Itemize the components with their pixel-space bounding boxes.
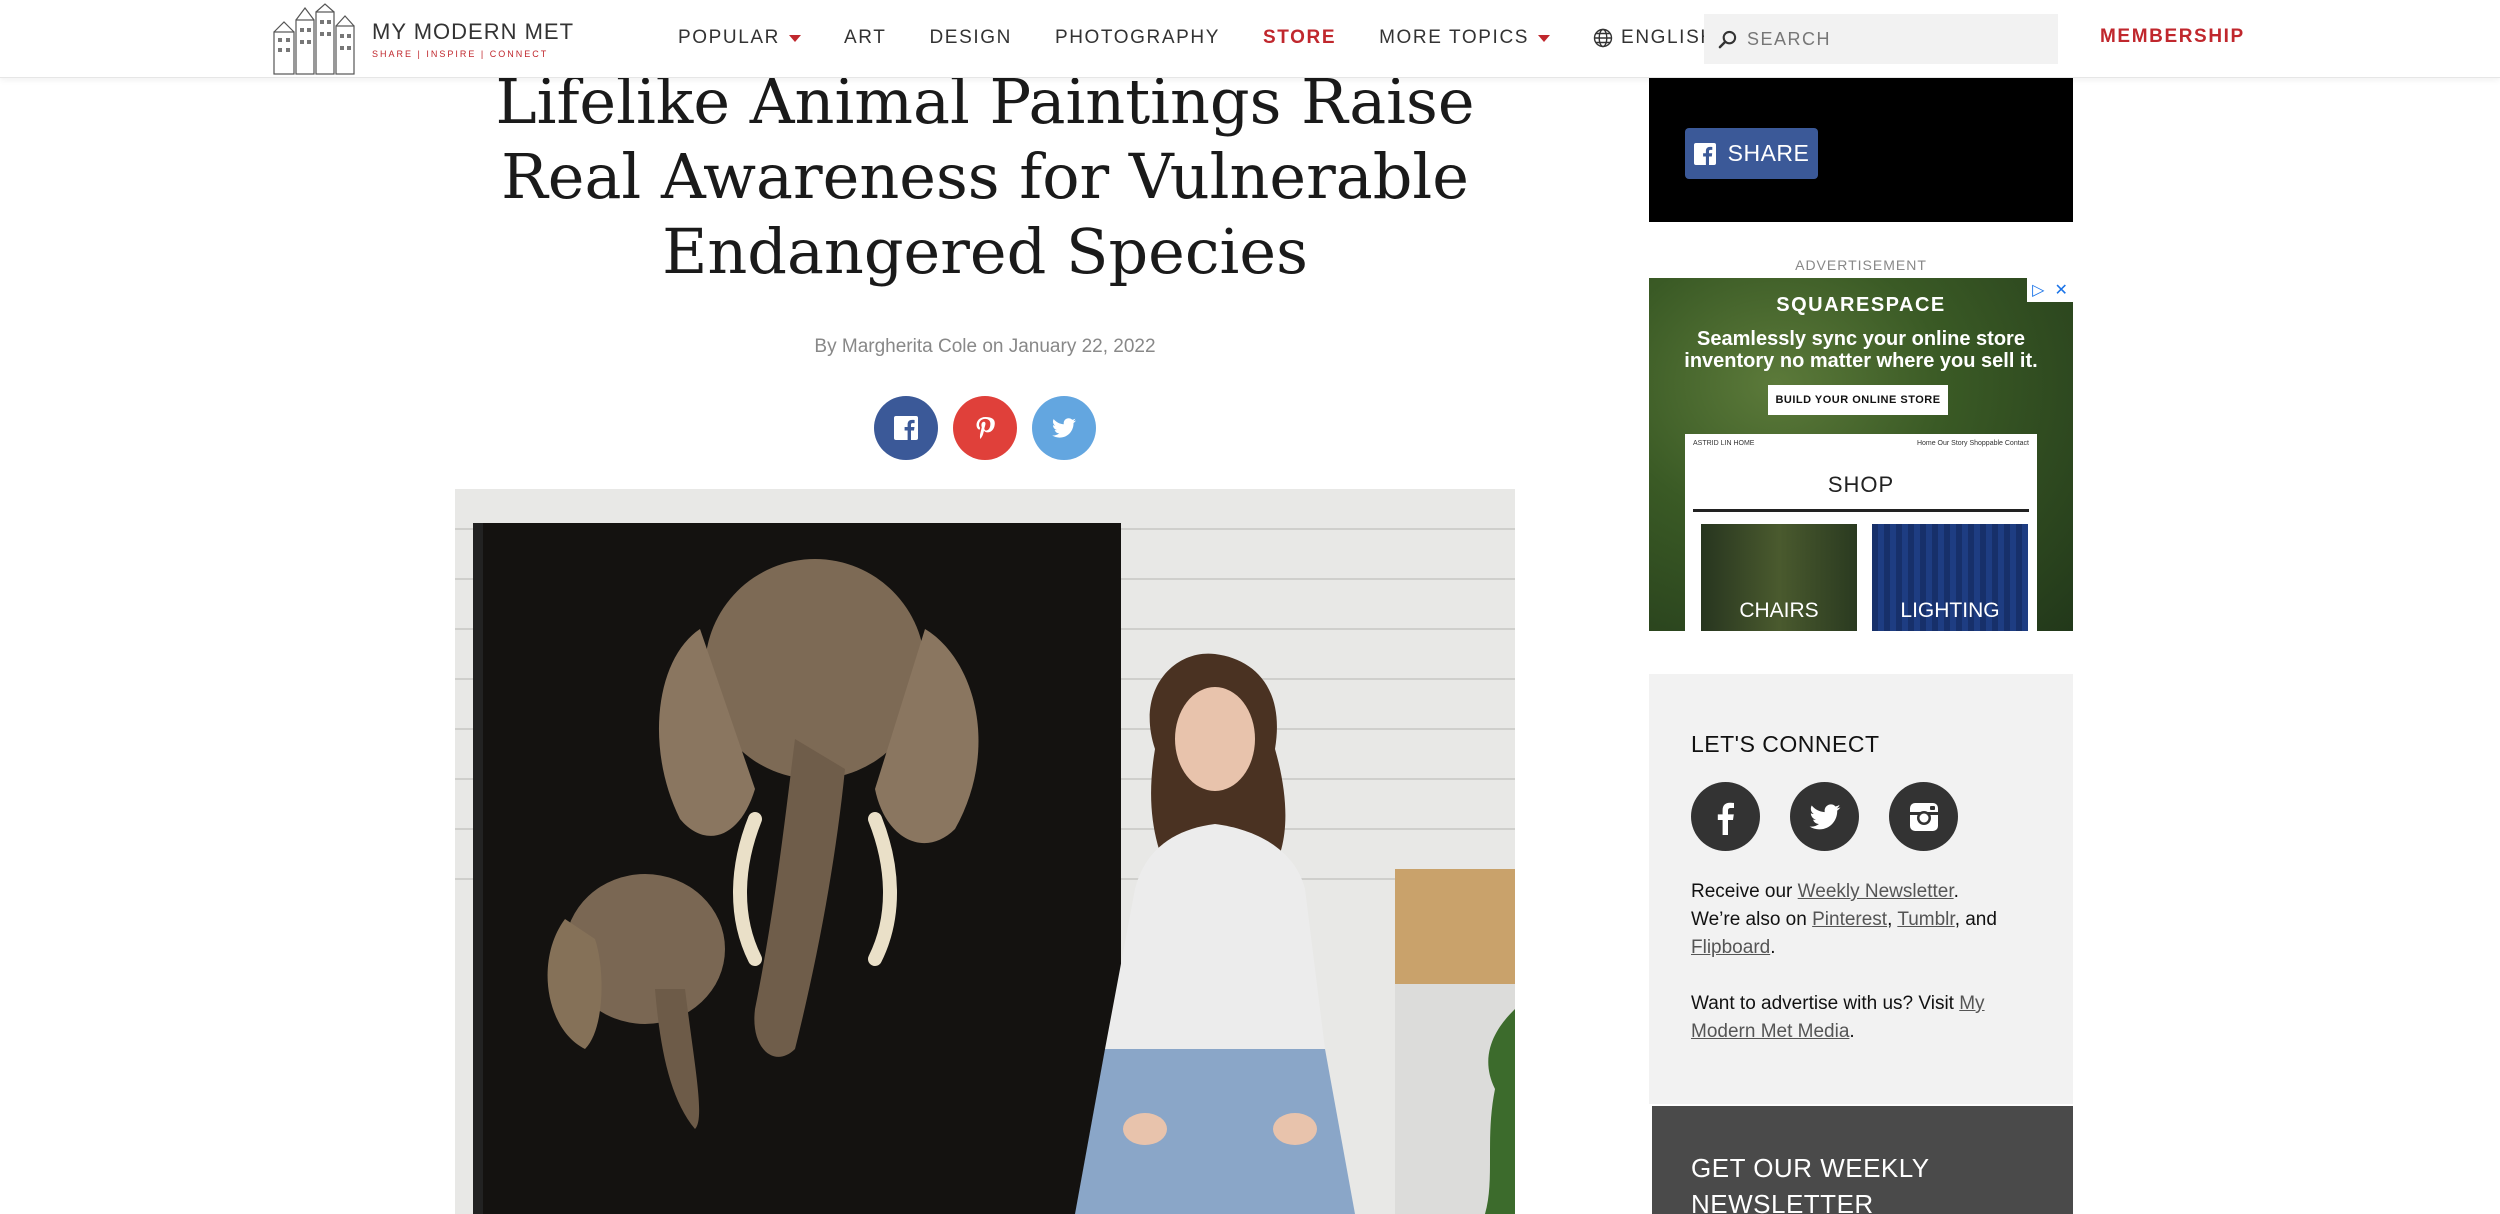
connect-text: Receive our Weekly Newsletter. We’re also… <box>1691 878 2041 1074</box>
weekly-newsletter-link[interactable]: Weekly Newsletter <box>1798 881 1954 902</box>
ad-site-name: ASTRID LIN HOME <box>1693 440 1755 447</box>
caret-down-icon <box>1538 34 1551 42</box>
article-byline: By Margherita Cole on January 22, 2022 <box>814 336 1156 357</box>
pinterest-icon <box>976 417 995 439</box>
facebook-icon <box>894 416 918 440</box>
hero-photo-elephants-painting <box>455 489 1515 1214</box>
connect-advertise-line: Want to advertise with us? Visit My Mode… <box>1691 990 2041 1046</box>
ad-shop-heading: SHOP <box>1827 472 1895 497</box>
newsletter-signup-panel: GET OUR WEEKLY NEWSLETTER <box>1652 1106 2073 1214</box>
tumblr-link[interactable]: Tumblr <box>1897 909 1954 930</box>
share-button[interactable]: SHARE <box>1685 128 1818 179</box>
advertisement-banner[interactable]: ▷ ✕ SQUARESPACE Seamlessly sync your onli… <box>1649 278 2073 631</box>
social-twitter-link[interactable] <box>1790 782 1859 851</box>
search-icon[interactable] <box>1718 30 1737 49</box>
article-hero-image <box>455 489 1515 1214</box>
site-logo[interactable]: MY MODERN MET SHARE | INSPIRE | CONNECT <box>270 0 574 78</box>
instagram-icon <box>1909 802 1938 831</box>
article-share-buttons <box>874 396 1096 460</box>
connect-period: . <box>1849 1021 1855 1042</box>
connect-period: . <box>1953 881 1959 902</box>
share-facebook-button[interactable] <box>874 396 938 460</box>
ad-site-preview: ASTRID LIN HOME Home Our Story Shoppable… <box>1685 434 2037 631</box>
social-facebook-link[interactable] <box>1691 782 1760 851</box>
connect-receive-text: Receive our <box>1691 881 1798 902</box>
social-links <box>1691 782 1958 851</box>
pinterest-link[interactable]: Pinterest <box>1812 909 1887 930</box>
newsletter-title: GET OUR WEEKLY NEWSLETTER <box>1691 1153 1930 1214</box>
ad-divider <box>1693 509 2029 512</box>
ad-headline-line2: inventory no matter where you sell it. <box>1684 350 2038 372</box>
sidebar-share-box: SHARE <box>1649 78 2073 222</box>
globe-icon <box>1593 28 1613 48</box>
share-button-label: SHARE <box>1727 140 1810 166</box>
flipboard-link[interactable]: Flipboard <box>1691 937 1770 958</box>
membership-link[interactable]: MEMBERSHIP <box>2100 26 2245 48</box>
ad-tile-chairs: CHAIRS <box>1701 524 1857 631</box>
connect-period: . <box>1770 937 1776 958</box>
twitter-icon <box>1052 418 1076 438</box>
ad-site-bar: ASTRID LIN HOME Home Our Story Shoppable… <box>1693 440 2029 454</box>
ad-headline-line1: Seamlessly sync your online store <box>1697 328 2025 350</box>
nav-photography[interactable]: PHOTOGRAPHY <box>1055 27 1220 49</box>
article-title: Lifelike Animal Paintings Raise Real Awa… <box>495 65 1475 288</box>
share-twitter-button[interactable] <box>1032 396 1096 460</box>
share-pinterest-button[interactable] <box>953 396 1017 460</box>
connect-also-text: We’re also on <box>1691 909 1813 930</box>
lets-connect-panel: LET'S CONNECT Receive our Weekly Newslet… <box>1649 674 2073 1104</box>
nav-art[interactable]: ART <box>844 27 886 49</box>
nav-more-topics[interactable]: MORE TOPICS <box>1379 27 1551 49</box>
connect-advertise-text: Want to advertise with us? Visit <box>1691 993 1960 1014</box>
ad-brand: SQUARESPACE <box>1776 294 1946 316</box>
nav-popular-label: POPULAR <box>678 27 781 48</box>
language-label: ENGLISH <box>1621 27 1716 48</box>
logo-name: MY MODERN MET <box>372 19 575 44</box>
logo-tagline: SHARE | INSPIRE | CONNECT <box>372 49 549 59</box>
ad-site-nav: Home Our Story Shoppable Contact <box>1916 440 2029 447</box>
nav-more-topics-label: MORE TOPICS <box>1379 27 1530 48</box>
facebook-icon <box>1717 802 1734 835</box>
connect-and: , and <box>1954 909 1997 930</box>
nav-store[interactable]: STORE <box>1263 27 1336 49</box>
main-nav: POPULAR ART DESIGN PHOTOGRAPHY STORE MOR… <box>678 0 1780 76</box>
twitter-icon <box>1809 803 1840 829</box>
connect-newsletter-line: Receive our Weekly Newsletter. We’re also… <box>1691 878 2041 962</box>
connect-comma: , <box>1887 909 1898 930</box>
nav-popular[interactable]: POPULAR <box>678 27 802 49</box>
ad-cta-button[interactable]: BUILD YOUR ONLINE STORE <box>1768 385 1948 415</box>
site-header: MY MODERN MET SHARE | INSPIRE | CONNECT … <box>0 0 2500 78</box>
search-input[interactable] <box>1747 28 2037 50</box>
advertisement-label: ADVERTISEMENT <box>1795 257 1927 273</box>
logo-buildings-icon <box>273 3 355 75</box>
ad-tile-lighting: LIGHTING <box>1872 524 2028 631</box>
social-instagram-link[interactable] <box>1889 782 1958 851</box>
search-box <box>1704 14 2058 64</box>
facebook-icon <box>1693 142 1716 165</box>
nav-design[interactable]: DESIGN <box>929 27 1011 49</box>
caret-down-icon <box>789 34 802 42</box>
logo-text: MY MODERN MET SHARE | INSPIRE | CONNECT <box>372 19 574 59</box>
connect-title: LET'S CONNECT <box>1691 731 1880 757</box>
ad-headline: Seamlessly sync your online store invent… <box>1649 328 2073 372</box>
